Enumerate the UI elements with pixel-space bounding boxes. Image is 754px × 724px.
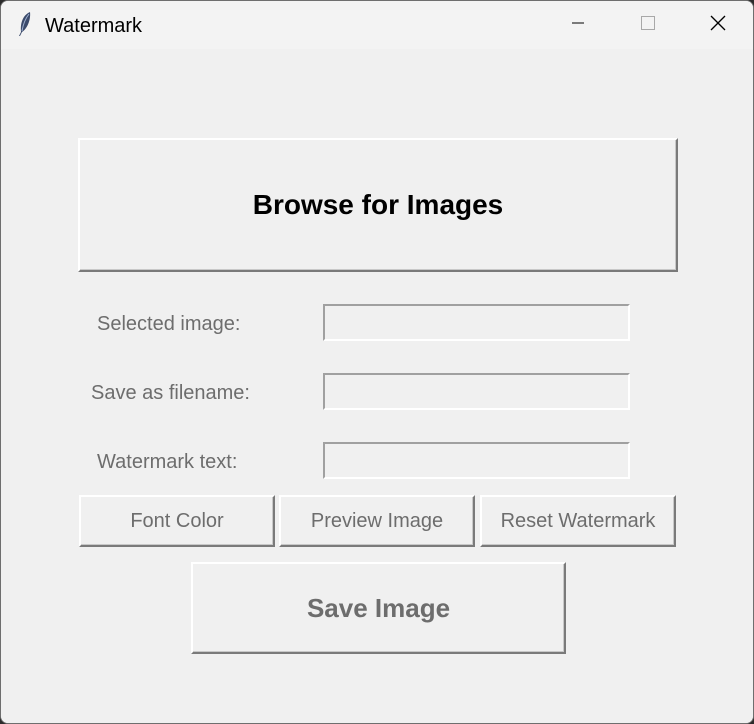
reset-watermark-button[interactable]: Reset Watermark (480, 495, 676, 547)
save-image-button[interactable]: Save Image (191, 562, 566, 654)
maximize-button[interactable] (625, 1, 671, 49)
save-image-label: Save Image (306, 592, 451, 623)
window-title: Watermark (45, 15, 143, 37)
close-icon (710, 15, 726, 36)
save-filename-label: Save as filename: (91, 382, 250, 404)
selected-image-field[interactable] (323, 304, 630, 341)
watermark-text-field[interactable] (323, 442, 630, 479)
app-window: Watermark Browse for Images Selected ima… (0, 0, 754, 724)
browse-button-label: Browse for Images (252, 189, 504, 220)
feather-icon (17, 11, 33, 37)
main-panel: Browse for Images Selected image: Save a… (1, 49, 753, 723)
minimize-icon (571, 16, 585, 35)
preview-image-button[interactable]: Preview Image (279, 495, 475, 547)
title-bar[interactable]: Watermark (1, 1, 753, 49)
watermark-text-label: Watermark text: (97, 451, 238, 473)
maximize-icon (641, 15, 655, 35)
reset-watermark-label: Reset Watermark (500, 509, 656, 532)
save-filename-field[interactable] (323, 373, 630, 410)
close-button[interactable] (695, 1, 741, 49)
preview-image-label: Preview Image (310, 509, 444, 532)
font-color-button[interactable]: Font Color (79, 495, 275, 547)
minimize-button[interactable] (555, 1, 601, 49)
browse-images-button[interactable]: Browse for Images (78, 138, 678, 272)
selected-image-label: Selected image: (97, 313, 241, 335)
font-color-label: Font Color (130, 509, 224, 532)
